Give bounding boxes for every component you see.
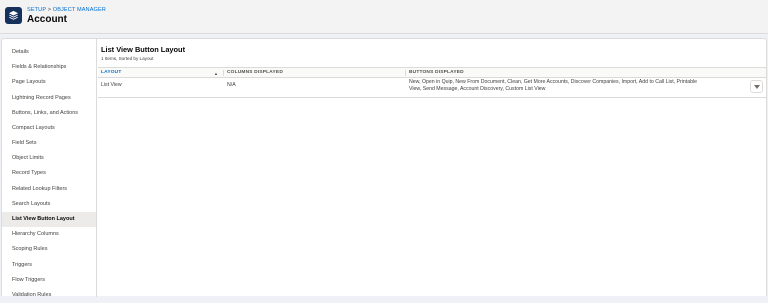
section-title: List View Button Layout	[101, 45, 186, 54]
sidebar-item-lightning-record-pages[interactable]: Lightning Record Pages	[2, 91, 96, 106]
breadcrumb: SETUP > OBJECT MANAGER	[27, 7, 106, 13]
sidebar-item-related-lookup-filters[interactable]: Related Lookup Filters	[2, 182, 96, 197]
sidebar-item-triggers[interactable]: Triggers	[2, 258, 96, 273]
sidebar-item-search-layouts[interactable]: Search Layouts	[2, 197, 96, 212]
breadcrumb-setup-link[interactable]: SETUP	[27, 7, 46, 13]
buttons-displayed-line-2: View, Send Message, Account Discovery, C…	[409, 86, 546, 93]
column-divider	[223, 70, 224, 76]
sort-ascending-icon[interactable]: ▲	[214, 71, 218, 76]
sidebar-item-hierarchy-columns[interactable]: Hierarchy Columns	[2, 227, 96, 242]
object-detail-panel: Details Fields & Relationships Page Layo…	[1, 38, 767, 298]
sidebar-item-scoping-rules[interactable]: Scoping Rules	[2, 242, 96, 257]
column-divider	[405, 70, 406, 76]
breadcrumb-object-manager-link[interactable]: OBJECT MANAGER	[53, 7, 106, 13]
sidebar-item-field-sets[interactable]: Field Sets	[2, 136, 96, 151]
buttons-displayed-line-1: New, Open in Quip, New From Document, Cl…	[409, 79, 698, 85]
list-view-button-layout-section: List View Button Layout 1 Items, Sorted …	[98, 39, 766, 297]
cell-columns-displayed: N/A	[227, 82, 236, 88]
column-header-buttons-displayed[interactable]: BUTTONS DISPLAYED	[409, 68, 464, 78]
column-header-layout[interactable]: LAYOUT	[101, 68, 121, 78]
section-subtitle: 1 Items, Sorted by Layout	[101, 56, 154, 61]
cell-layout: List View	[101, 82, 122, 88]
table-row: List View N/A New, Open in Quip, New Fro…	[98, 78, 766, 98]
sidebar-item-record-types[interactable]: Record Types	[2, 166, 96, 181]
page-title: Account	[27, 14, 67, 25]
layers-icon	[5, 7, 22, 24]
sidebar-item-buttons-links-actions[interactable]: Buttons, Links, and Actions	[2, 106, 96, 121]
row-actions-menu-button[interactable]	[750, 80, 763, 93]
sidebar-item-list-view-button-layout[interactable]: List View Button Layout	[2, 212, 96, 227]
sidebar-item-object-limits[interactable]: Object Limits	[2, 151, 96, 166]
sidebar-item-fields-relationships[interactable]: Fields & Relationships	[2, 60, 96, 75]
sidebar-item-details[interactable]: Details	[2, 45, 96, 60]
cell-buttons-displayed: New, Open in Quip, New From Document, Cl…	[409, 79, 744, 94]
sidebar-item-compact-layouts[interactable]: Compact Layouts	[2, 121, 96, 136]
table-header: LAYOUT ▲ COLUMNS DISPLAYED BUTTONS DISPL…	[98, 67, 766, 78]
chevron-down-icon	[753, 84, 760, 89]
sidebar-item-page-layouts[interactable]: Page Layouts	[2, 75, 96, 90]
object-sidebar-nav: Details Fields & Relationships Page Layo…	[2, 39, 97, 298]
sidebar-item-flow-triggers[interactable]: Flow Triggers	[2, 273, 96, 288]
breadcrumb-separator: >	[46, 7, 53, 13]
setup-header: SETUP > OBJECT MANAGER Account	[0, 0, 768, 34]
column-header-columns-displayed[interactable]: COLUMNS DISPLAYED	[227, 68, 283, 78]
